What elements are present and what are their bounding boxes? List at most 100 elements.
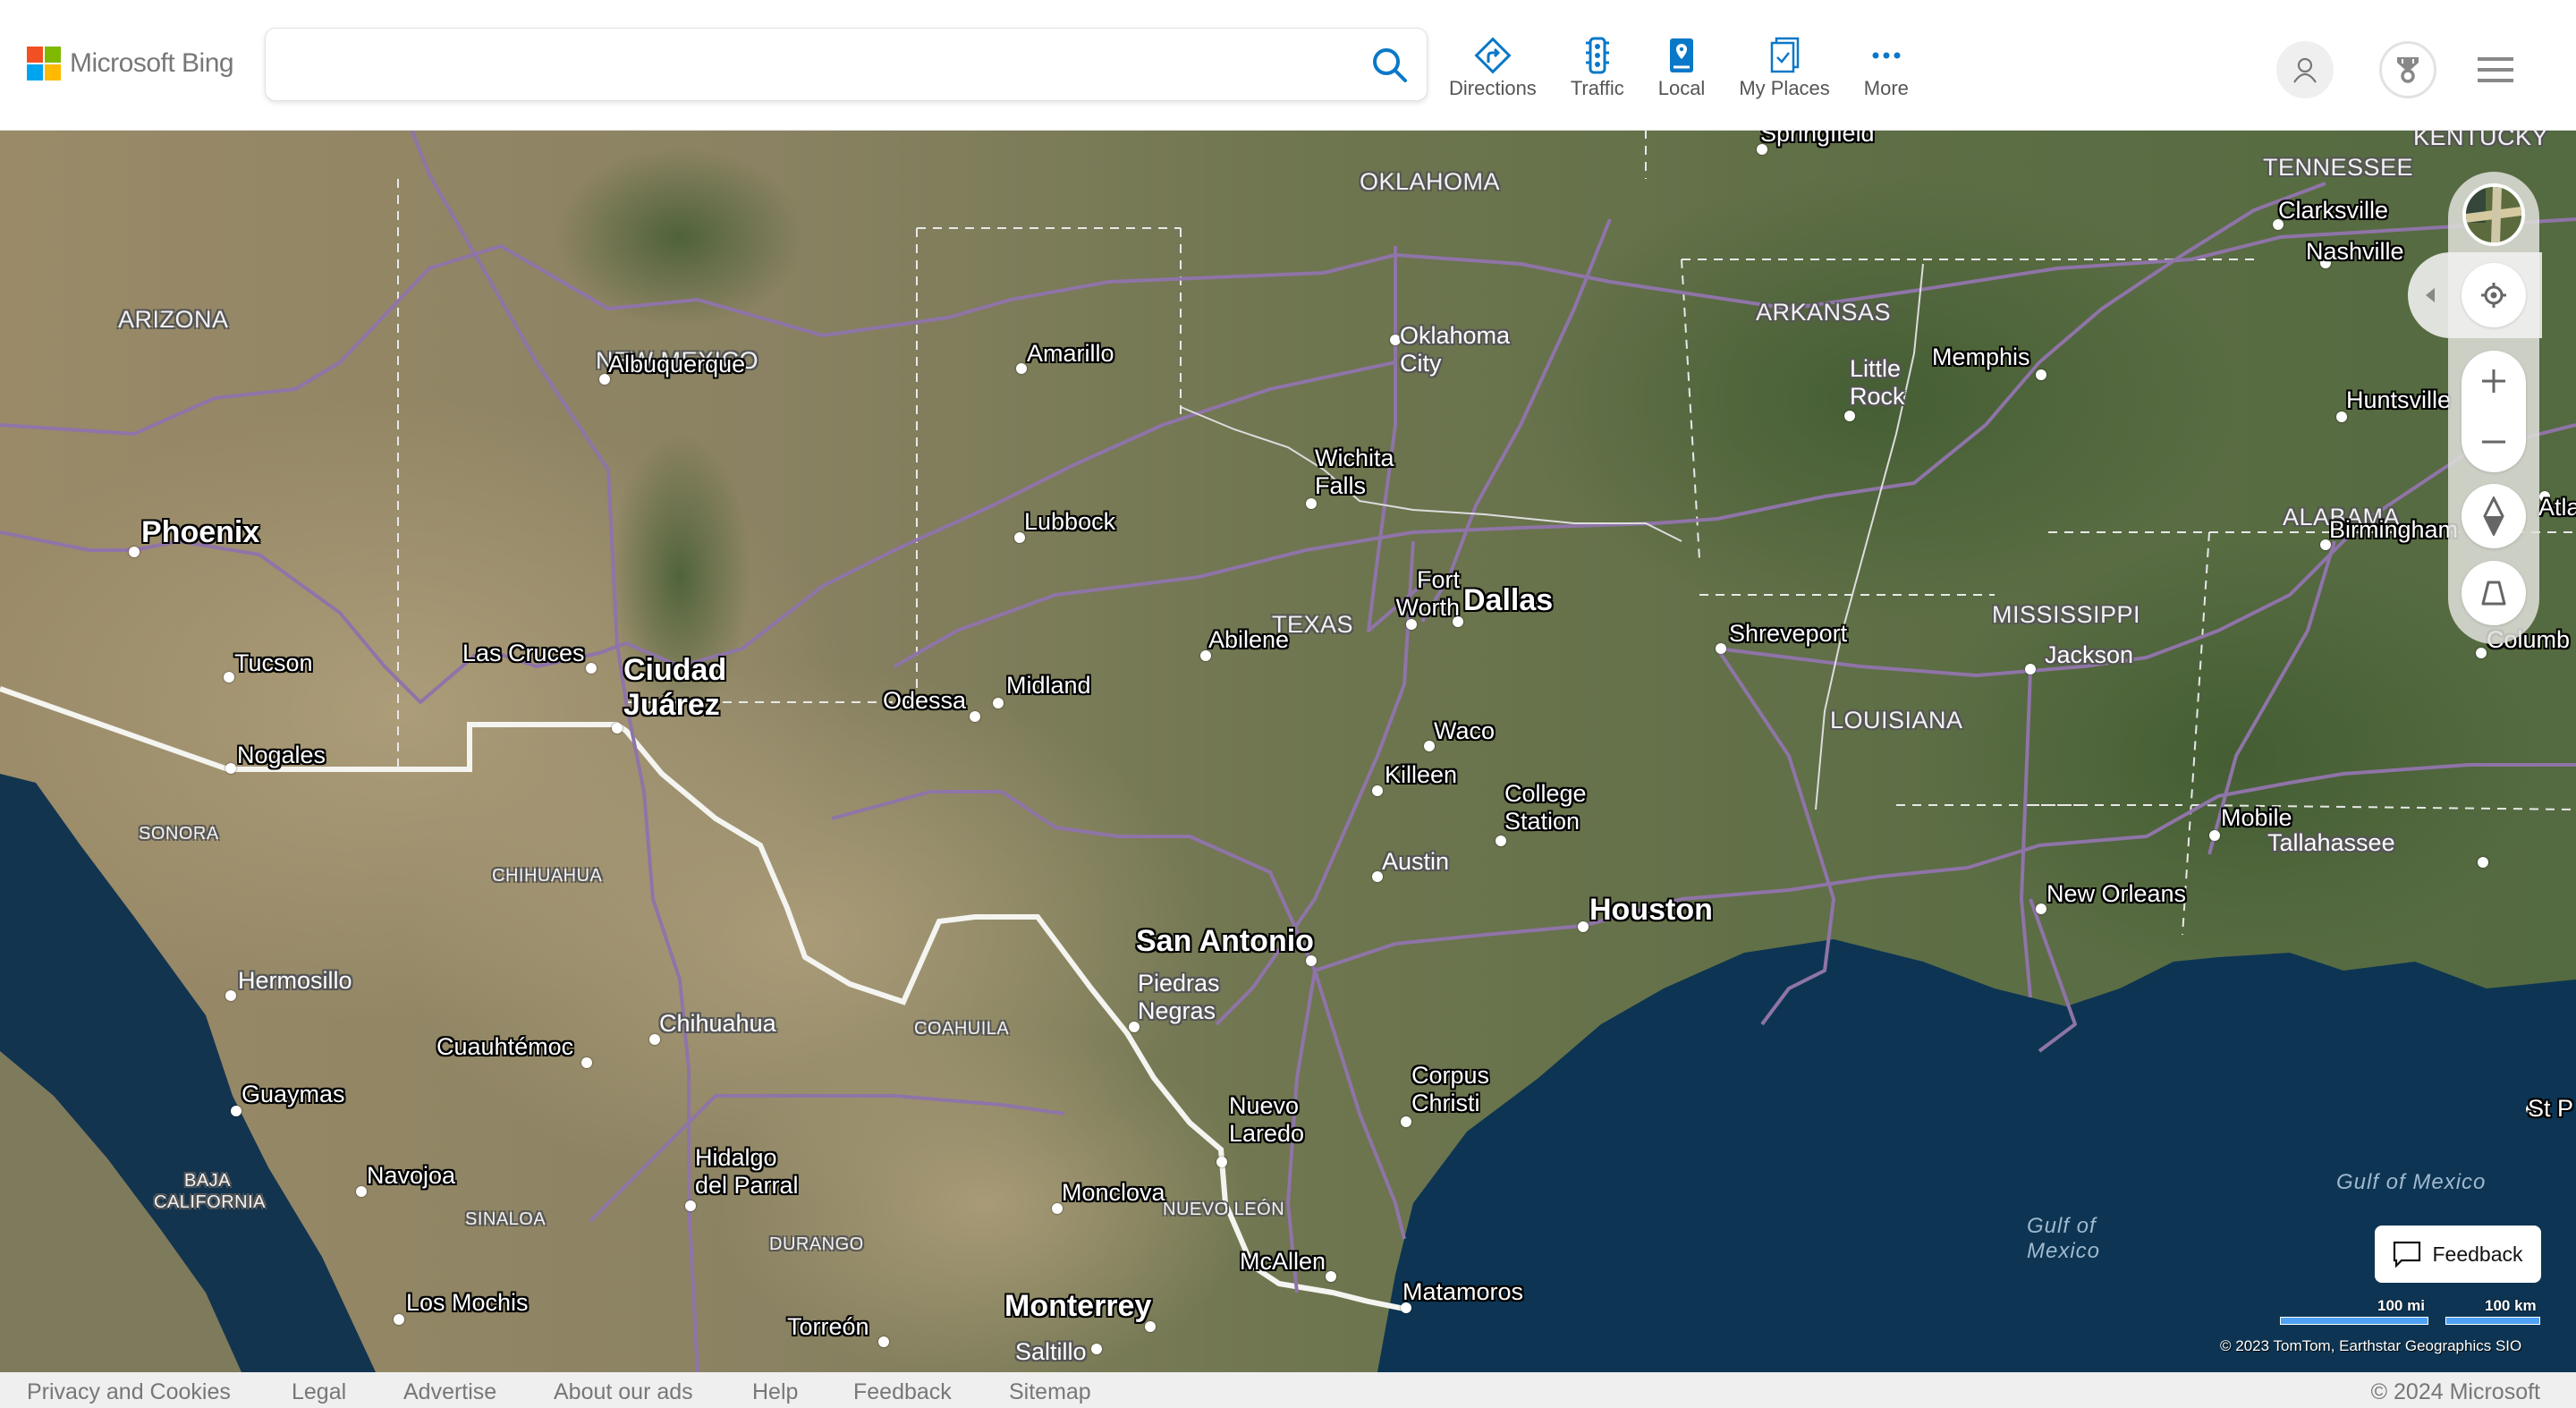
city-label-jackson[interactable]: Jackson: [2045, 641, 2133, 669]
footer-link-sitemap[interactable]: Sitemap: [1009, 1379, 1091, 1405]
city-label-nashville[interactable]: Nashville: [2306, 238, 2404, 266]
city-marker-odessa[interactable]: [970, 711, 980, 722]
map-style-switcher[interactable]: [2462, 183, 2525, 246]
city-label-odessa[interactable]: Odessa: [883, 687, 966, 715]
city-label-torreon[interactable]: Torreón: [787, 1313, 869, 1341]
city-label-st-p[interactable]: St P: [2528, 1095, 2573, 1123]
city-marker-nuevo-laredo[interactable]: [1216, 1157, 1227, 1167]
city-marker-las-cruces[interactable]: [586, 663, 597, 674]
search-input[interactable]: [284, 38, 1343, 93]
city-label-matamoros[interactable]: Matamoros: [1402, 1278, 1523, 1306]
city-label-springfield[interactable]: Springfield: [1760, 130, 1875, 148]
city-label-hermosillo[interactable]: Hermosillo: [238, 967, 352, 995]
city-label-tallahassee[interactable]: Tallahassee: [2267, 829, 2395, 857]
city-marker-tucson[interactable]: [224, 672, 234, 683]
city-marker-los-mochis[interactable]: [394, 1314, 404, 1325]
sign-in-button[interactable]: [2276, 41, 2334, 98]
city-label-mcallen[interactable]: McAllen: [1240, 1248, 1326, 1276]
city-label-austin[interactable]: Austin: [1382, 848, 1449, 876]
map-canvas[interactable]: KENTUCKY OKLAHOMA ARIZONA NEW MEXICO ARKANSA…: [0, 130, 2576, 1372]
city-label-killeen[interactable]: Killeen: [1385, 761, 1457, 789]
city-marker-dallas[interactable]: [1453, 616, 1463, 627]
city-label-abilene[interactable]: Abilene: [1208, 626, 1289, 654]
nav-my-places[interactable]: My Places: [1739, 36, 1830, 100]
city-marker-tallahassee[interactable]: [2478, 857, 2488, 868]
city-marker-little-rock[interactable]: [1844, 411, 1855, 421]
tilt-pitch-button[interactable]: [2462, 561, 2526, 625]
city-marker-torreon[interactable]: [878, 1336, 889, 1347]
city-label-chihuahua[interactable]: Chihuahua: [659, 1010, 776, 1038]
city-label-monclova[interactable]: Monclova: [1062, 1179, 1165, 1207]
bing-logo[interactable]: Microsoft Bing: [27, 47, 234, 81]
city-label-ciudad-juarez[interactable]: Ciudad Juárez: [623, 653, 740, 723]
nav-more[interactable]: More: [1864, 36, 1909, 100]
city-label-amarillo[interactable]: Amarillo: [1027, 340, 1114, 368]
city-label-cuauhtemoc[interactable]: Cuauhtémoc: [436, 1033, 573, 1061]
city-label-albuquerque[interactable]: Albuquerque: [608, 351, 745, 378]
city-label-wichita-falls[interactable]: Wichita Falls: [1315, 445, 1413, 500]
city-marker-phoenix[interactable]: [129, 547, 140, 557]
city-marker-memphis[interactable]: [2036, 369, 2046, 380]
footer-link-feedback[interactable]: Feedback: [853, 1379, 952, 1405]
city-label-nuevo-laredo[interactable]: Nuevo Laredo: [1229, 1092, 1327, 1148]
city-marker-killeen[interactable]: [1372, 785, 1383, 796]
city-label-phoenix[interactable]: Phoenix: [141, 515, 259, 550]
city-label-dallas[interactable]: Dallas: [1463, 583, 1553, 618]
city-marker-shreveport[interactable]: [1716, 643, 1726, 654]
city-label-nogales[interactable]: Nogales: [237, 742, 326, 769]
city-marker-ciudad-juarez[interactable]: [612, 723, 623, 734]
zoom-out-button[interactable]: [2462, 411, 2526, 472]
city-marker-navojoa[interactable]: [356, 1186, 367, 1197]
footer-link-about-ads[interactable]: About our ads: [554, 1379, 693, 1405]
city-marker-hidalgo-del-parral[interactable]: [685, 1200, 696, 1211]
map-feedback-button[interactable]: Feedback: [2375, 1226, 2541, 1283]
nav-local[interactable]: Local: [1658, 36, 1705, 100]
city-marker-college-station[interactable]: [1496, 835, 1506, 846]
city-label-corpus-christi[interactable]: Corpus Christi: [1411, 1062, 1510, 1117]
zoom-in-button[interactable]: [2462, 351, 2526, 411]
city-label-mobile[interactable]: Mobile: [2221, 804, 2292, 832]
city-label-guaymas[interactable]: Guaymas: [242, 1081, 345, 1108]
city-label-atla[interactable]: Atla: [2538, 494, 2576, 522]
city-label-los-mochis[interactable]: Los Mochis: [406, 1289, 529, 1317]
city-label-huntsville[interactable]: Huntsville: [2346, 386, 2451, 414]
city-label-clarksville[interactable]: Clarksville: [2278, 197, 2388, 225]
city-marker-new-orleans[interactable]: [2036, 903, 2046, 914]
city-marker-columb[interactable]: [2476, 648, 2487, 658]
city-marker-houston[interactable]: [1578, 921, 1589, 932]
city-marker-jackson[interactable]: [2025, 664, 2036, 674]
nav-directions[interactable]: Directions: [1449, 36, 1537, 100]
footer-link-advertise[interactable]: Advertise: [403, 1379, 496, 1405]
city-marker-hermosillo[interactable]: [225, 990, 236, 1001]
city-label-waco[interactable]: Waco: [1434, 717, 1495, 745]
footer-link-legal[interactable]: Legal: [292, 1379, 346, 1405]
city-label-birmingham[interactable]: Birmingham: [2329, 516, 2458, 544]
rewards-button[interactable]: [2379, 41, 2436, 98]
city-label-houston[interactable]: Houston: [1589, 893, 1713, 928]
city-marker-guaymas[interactable]: [231, 1106, 242, 1116]
city-label-oklahoma-city[interactable]: Oklahoma City: [1400, 322, 1510, 377]
city-label-lubbock[interactable]: Lubbock: [1024, 508, 1115, 536]
city-marker-midland[interactable]: [993, 698, 1004, 708]
city-marker-saltillo[interactable]: [1091, 1344, 1102, 1354]
footer-link-privacy[interactable]: Privacy and Cookies: [27, 1379, 231, 1405]
city-label-saltillo[interactable]: Saltillo: [1015, 1338, 1087, 1366]
city-label-college-station[interactable]: College Station: [1504, 780, 1603, 835]
locate-me-button[interactable]: [2462, 263, 2526, 327]
city-label-little-rock[interactable]: Little Rock: [1850, 355, 1948, 411]
city-marker-corpus-christi[interactable]: [1401, 1116, 1411, 1127]
city-marker-mobile[interactable]: [2209, 830, 2220, 841]
city-label-shreveport[interactable]: Shreveport: [1729, 620, 1847, 648]
city-label-new-orleans[interactable]: New Orleans: [2046, 880, 2186, 908]
city-label-san-antonio[interactable]: San Antonio: [1136, 924, 1314, 959]
city-label-monterrey[interactable]: Monterrey: [1004, 1289, 1151, 1324]
city-marker-mcallen[interactable]: [1326, 1271, 1336, 1282]
city-marker-nogales[interactable]: [225, 763, 236, 774]
city-marker-cuauhtemoc[interactable]: [581, 1057, 592, 1068]
main-menu-button[interactable]: [2467, 41, 2524, 98]
city-label-las-cruces[interactable]: Las Cruces: [462, 640, 585, 667]
city-label-navojoa[interactable]: Navojoa: [367, 1162, 455, 1190]
city-label-tucson[interactable]: Tucson: [234, 649, 313, 677]
compass-rotate-button[interactable]: [2462, 484, 2526, 548]
footer-link-help[interactable]: Help: [752, 1379, 798, 1405]
